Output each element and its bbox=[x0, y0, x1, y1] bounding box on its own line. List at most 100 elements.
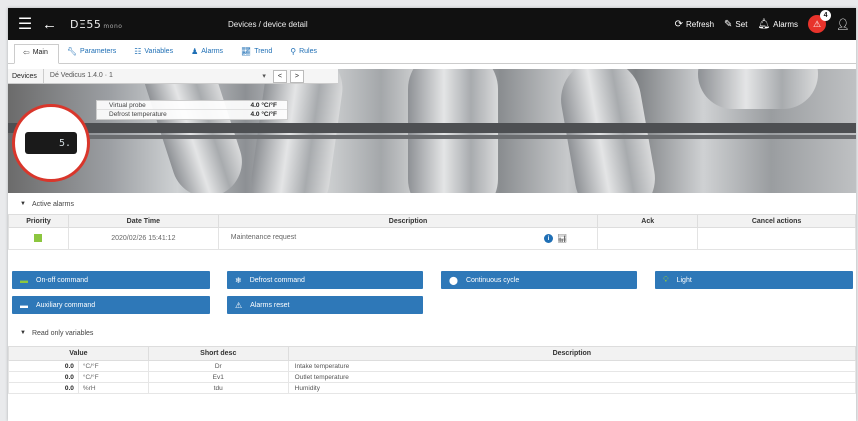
description-cell: Maintenance request i 📊︎ bbox=[217, 227, 599, 250]
app-frame: ☰ ← DΞ55 mono Devices / device detail ⟳ Re… bbox=[0, 0, 858, 421]
alarm-badge[interactable]: ⚠ 4 bbox=[808, 10, 832, 33]
bell-icon: ♟ bbox=[191, 46, 199, 56]
section-title: Read only variables bbox=[31, 329, 94, 337]
topbar-actions: ⟳ Refresh ✎ Set 🔔︎ Alarms ⚠ 4 👤︎ bbox=[675, 10, 850, 33]
column-header: Short desc bbox=[147, 346, 289, 361]
next-device-button[interactable]: > bbox=[289, 69, 304, 83]
tab-variables[interactable]: ☷ Variables bbox=[126, 43, 183, 63]
set-button[interactable]: ✎ Set bbox=[724, 19, 747, 30]
button-label: Continuous cycle bbox=[465, 276, 520, 284]
logo-text: DΞ55 bbox=[70, 17, 102, 31]
probe-panel: Virtual probe 4.0 °C/°F Defrost temperatu… bbox=[96, 100, 288, 120]
cancel-actions-cell[interactable] bbox=[697, 227, 856, 250]
unit-cell: °C/°F bbox=[77, 371, 149, 383]
column-header: Value bbox=[8, 346, 149, 361]
auxiliary-command-button[interactable]: ▬ Auxiliary command bbox=[12, 296, 210, 314]
tab-label: Trend bbox=[254, 47, 273, 55]
set-label: Set bbox=[735, 19, 748, 29]
column-header: Description bbox=[217, 214, 599, 228]
device-selector-bar: Devices Dé Vedicus 1.4.0 · 1 ▾ < > bbox=[8, 69, 338, 84]
aux-icon: ▬ bbox=[20, 300, 28, 310]
priority-cell bbox=[8, 227, 69, 250]
tab-trend[interactable]: 📈︎ Trend bbox=[233, 43, 282, 63]
probe-key: Defrost temperature bbox=[109, 111, 167, 118]
probe-value: 4.0 °C/°F bbox=[250, 101, 277, 109]
active-alarms-header[interactable]: ▼ Active alarms bbox=[8, 197, 856, 211]
chart-icon[interactable]: 📊︎ bbox=[557, 234, 567, 243]
column-header: Ack bbox=[597, 214, 699, 228]
alarms-reset-button[interactable]: ⚠ Alarms reset bbox=[227, 296, 423, 314]
bell-icon: 🔔︎ bbox=[757, 18, 771, 30]
device-select[interactable]: Dé Vedicus 1.4.0 · 1 ▾ bbox=[50, 72, 270, 80]
value-cell: 0.0 bbox=[8, 382, 79, 394]
short-desc-cell: tdu bbox=[147, 382, 289, 394]
hamburger-menu-icon[interactable]: ☰ bbox=[14, 14, 36, 34]
logo-suffix: mono bbox=[103, 22, 123, 30]
tab-bar: ⇦ Main 🔧︎ Parameters ☷ Variables ♟ Alarms 📈︎… bbox=[8, 44, 856, 64]
beam-image bbox=[8, 135, 856, 139]
controller-display: 5. bbox=[58, 137, 71, 149]
column-header: Description bbox=[287, 346, 856, 361]
refresh-button[interactable]: ⟳ Refresh bbox=[675, 19, 714, 30]
info-icon[interactable]: i bbox=[544, 234, 554, 243]
defrost-command-button[interactable]: ❄ Defrost command bbox=[227, 271, 423, 289]
prev-device-button[interactable]: < bbox=[272, 69, 287, 83]
table-row: 2020/02/26 15:41:12 Maintenance request i… bbox=[8, 227, 856, 250]
tab-label: Main bbox=[32, 48, 48, 56]
refresh-label: Refresh bbox=[686, 19, 715, 29]
app-logo: DΞ55 mono bbox=[70, 18, 122, 31]
arrow-icon: ⇦ bbox=[23, 47, 30, 57]
short-desc-cell: Ev1 bbox=[147, 371, 289, 383]
device-select-value: Dé Vedicus 1.4.0 · 1 bbox=[49, 72, 113, 79]
filter-icon: ⚲ bbox=[290, 46, 297, 56]
pipe-image bbox=[698, 69, 818, 109]
tab-label: Alarms bbox=[201, 47, 224, 55]
warning-icon: ⚠ bbox=[812, 18, 822, 29]
read-only-variables-header[interactable]: ▼ Read only variables bbox=[8, 326, 856, 340]
devices-label: Devices bbox=[8, 69, 44, 84]
back-arrow-icon[interactable]: ← bbox=[42, 16, 60, 33]
reset-icon: ⚠ bbox=[235, 300, 243, 310]
top-bar: ☰ ← DΞ55 mono Devices / device detail ⟳ Re… bbox=[8, 8, 856, 40]
beam-image bbox=[8, 123, 856, 133]
table-row: 0.0 °C/°F Ev1 Outlet temperature bbox=[8, 371, 856, 383]
set-icon: ✎ bbox=[724, 18, 733, 30]
tab-parameters[interactable]: 🔧︎ Parameters bbox=[59, 43, 126, 63]
on-off-command-button[interactable]: ▬ On-off command bbox=[12, 271, 210, 289]
table-row: 0.0 %rH tdu Humidity bbox=[8, 382, 856, 394]
snowflake-icon: ❄ bbox=[235, 275, 242, 285]
device-banner: Devices Dé Vedicus 1.4.0 · 1 ▾ < > Virtua… bbox=[8, 69, 856, 193]
alarms-button[interactable]: 🔔︎ Alarms bbox=[757, 19, 798, 30]
tab-alarms[interactable]: ♟ Alarms bbox=[183, 43, 233, 63]
alarm-count: 4 bbox=[820, 10, 832, 21]
controller-body: 5. bbox=[25, 132, 77, 154]
list-icon: ☷ bbox=[134, 46, 142, 56]
refresh-icon: ⟳ bbox=[674, 18, 684, 30]
value-cell: 0.0 bbox=[8, 360, 79, 372]
table-header-row: Priority Date Time Description Ack Cance… bbox=[8, 214, 856, 228]
priority-indicator bbox=[34, 233, 43, 242]
bulb-icon: 💡︎ bbox=[663, 275, 669, 284]
date-cell: 2020/02/26 15:41:12 bbox=[67, 227, 219, 250]
tab-label: Rules bbox=[299, 47, 317, 55]
description-cell: Humidity bbox=[287, 382, 856, 394]
ack-cell[interactable] bbox=[597, 227, 699, 250]
caret-down-icon: ▼ bbox=[20, 201, 26, 207]
tab-rules[interactable]: ⚲ Rules bbox=[282, 43, 327, 63]
light-button[interactable]: 💡︎ Light bbox=[655, 271, 853, 289]
description-cell: Outlet temperature bbox=[287, 371, 856, 383]
button-label: Defrost command bbox=[249, 276, 305, 284]
app-window: ☰ ← DΞ55 mono Devices / device detail ⟳ Re… bbox=[8, 8, 856, 421]
column-header: Date Time bbox=[67, 214, 219, 228]
table-header-row: Value Short desc Description bbox=[8, 346, 856, 361]
active-alarms-table: Priority Date Time Description Ack Cance… bbox=[8, 214, 856, 250]
maintenance-link[interactable]: Maintenance request bbox=[231, 234, 296, 241]
power-icon: ▬ bbox=[20, 275, 28, 285]
continuous-cycle-button[interactable]: ⬤ Continuous cycle bbox=[441, 271, 637, 289]
description-cell: Intake temperature bbox=[287, 360, 856, 372]
alarms-label: Alarms bbox=[773, 19, 799, 29]
tab-main[interactable]: ⇦ Main bbox=[14, 44, 59, 64]
chart-icon: 📈︎ bbox=[241, 46, 252, 56]
user-icon[interactable]: 👤︎ bbox=[836, 18, 850, 31]
probe-key: Virtual probe bbox=[109, 101, 146, 109]
